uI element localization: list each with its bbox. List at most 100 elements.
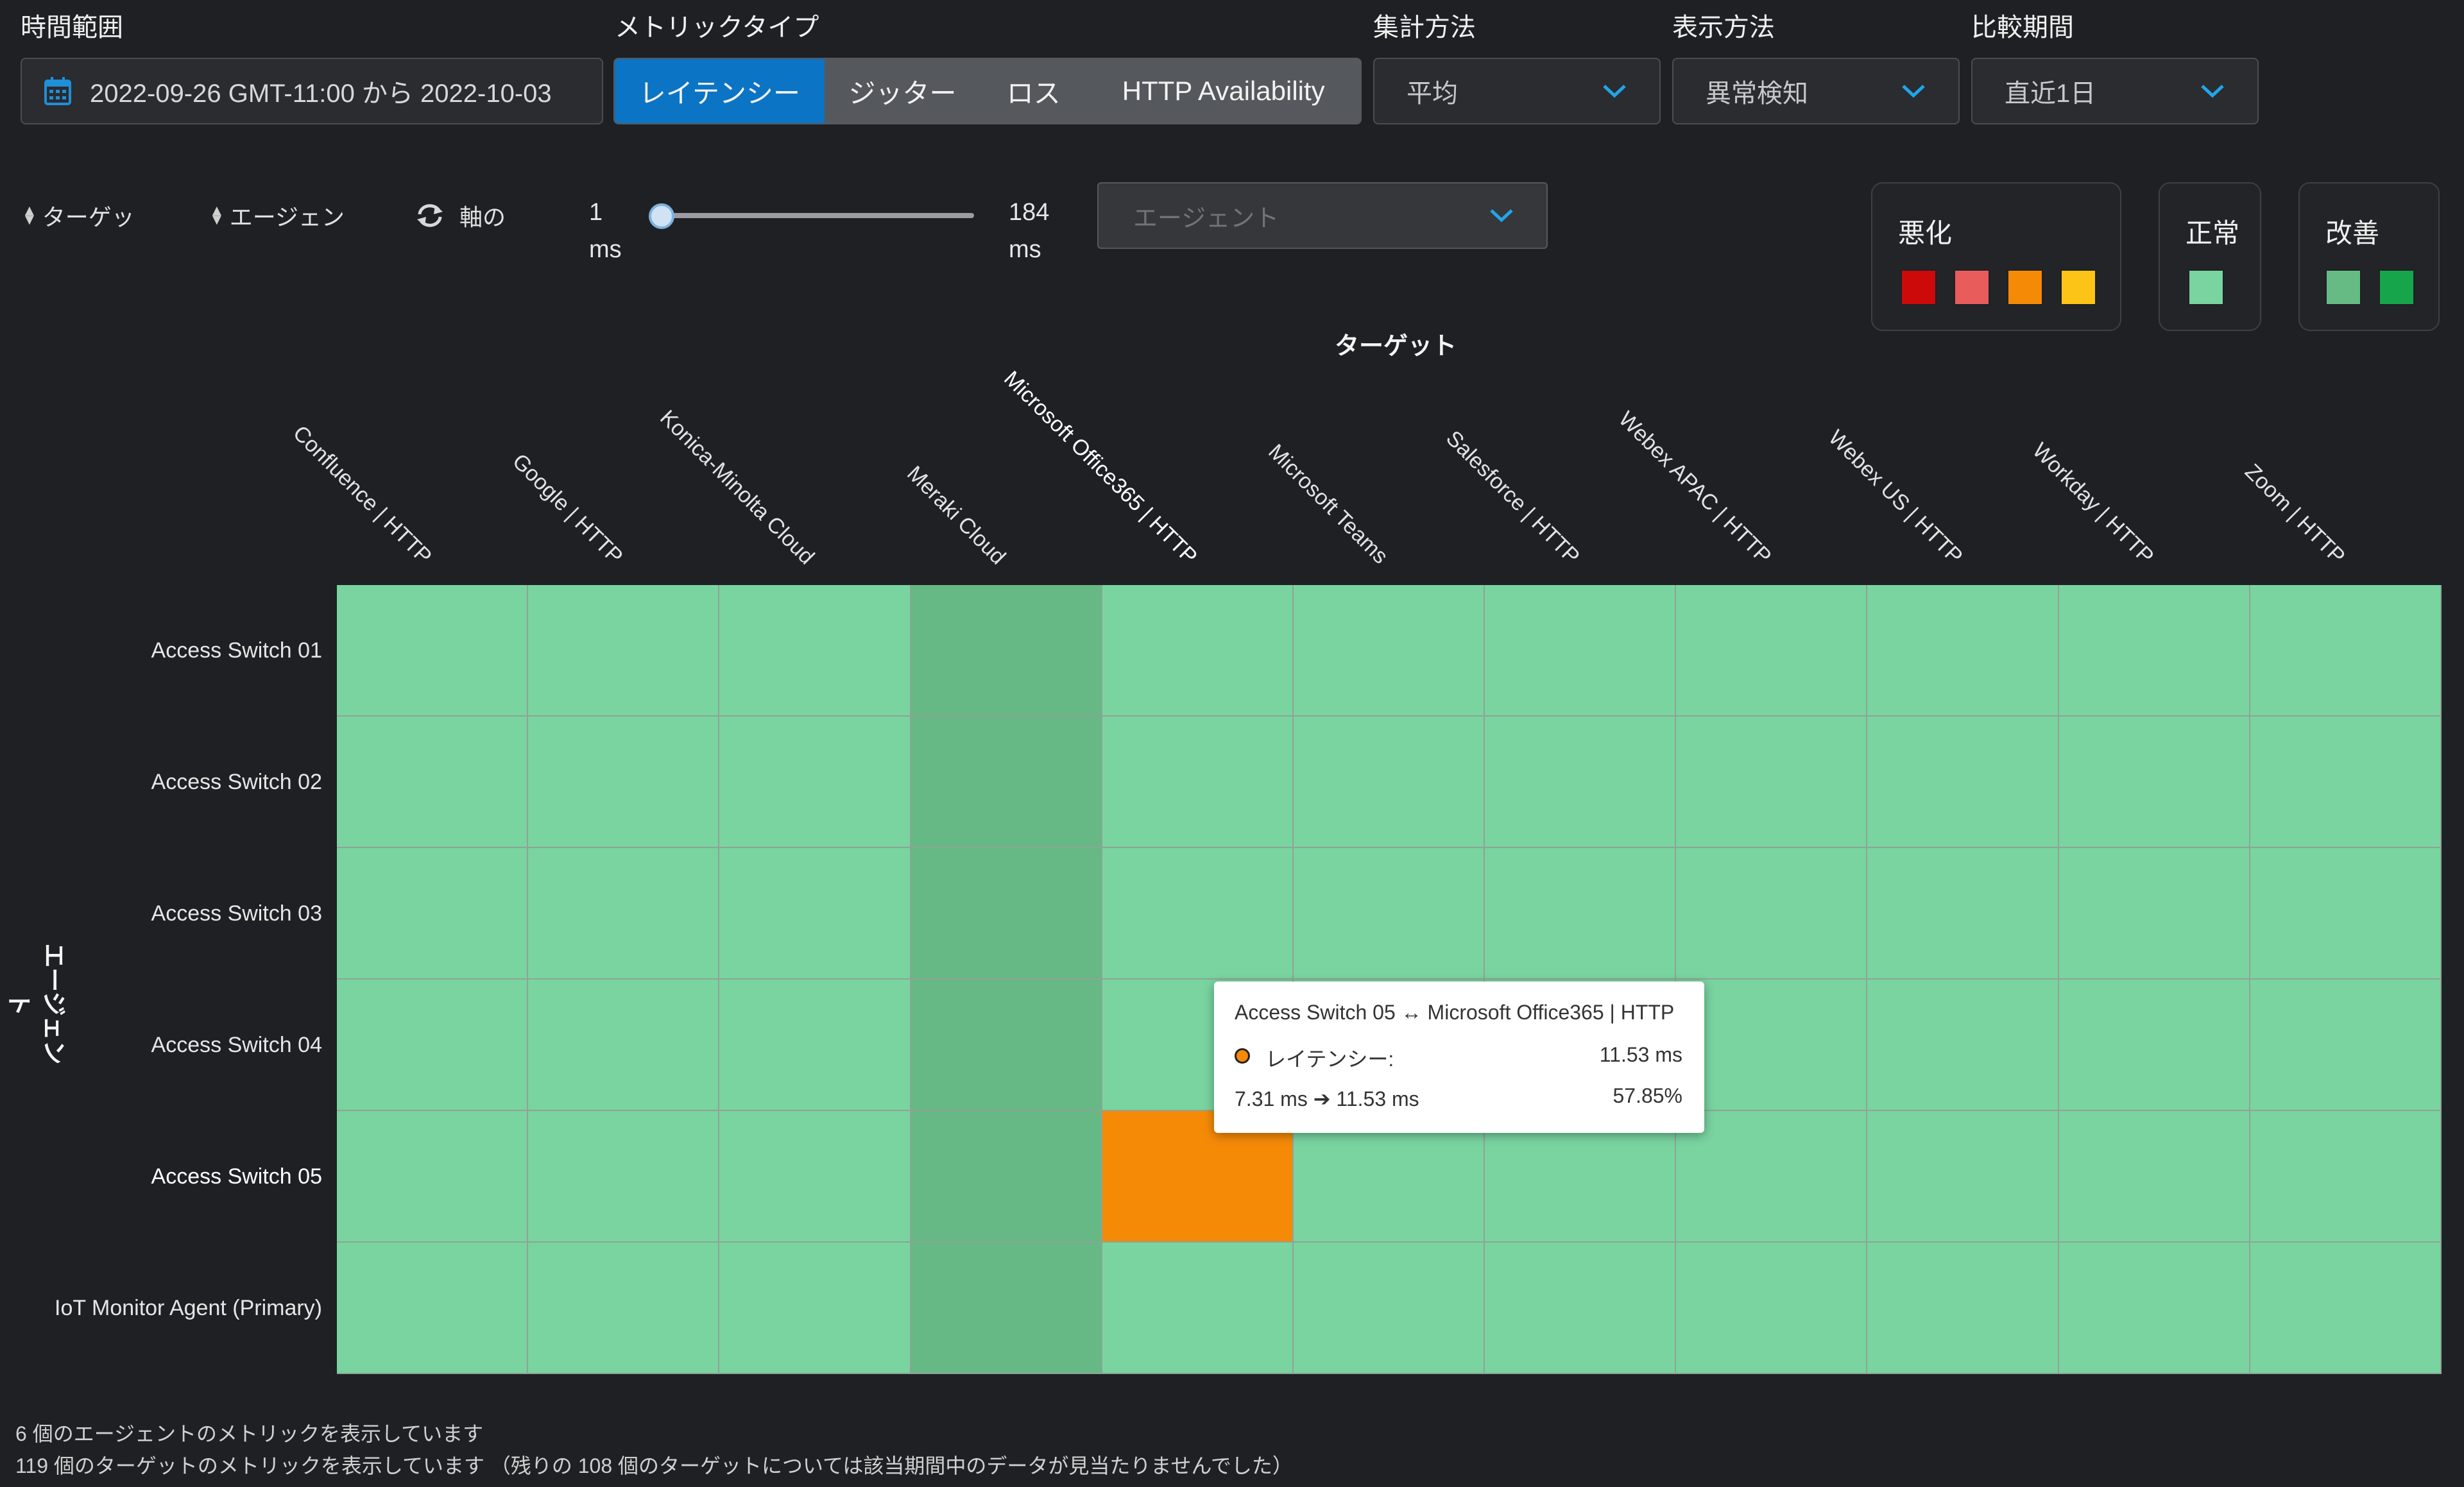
heatmap-cell[interactable] xyxy=(2250,980,2442,1111)
heatmap-cell[interactable] xyxy=(1293,1243,1485,1374)
heatmap-cell[interactable] xyxy=(1102,717,1294,848)
metric-type-selector: レイテンシー ジッター ロス HTTP Availability xyxy=(613,58,1362,124)
sort-target-button[interactable]: ▲ ▼ ターゲッ xyxy=(22,199,135,232)
heatmap-cell[interactable] xyxy=(719,585,911,717)
metric-latency-button[interactable]: レイテンシー xyxy=(615,59,825,123)
target-label[interactable]: Meraki Cloud xyxy=(902,461,1011,570)
compare-period-label: 比較期間 xyxy=(1971,13,2074,42)
heatmap-cell[interactable] xyxy=(1485,848,1677,980)
range-min-unit: ms xyxy=(589,236,622,263)
metric-http-availability-button[interactable]: HTTP Availability xyxy=(1086,59,1360,123)
target-label[interactable]: Microsoft Teams xyxy=(1263,439,1392,569)
heatmap-cell[interactable] xyxy=(1867,717,2059,848)
heatmap-cell[interactable] xyxy=(1485,585,1677,717)
heatmap-cell[interactable] xyxy=(2250,848,2442,980)
slider-handle[interactable] xyxy=(649,203,674,229)
display-method-label: 表示方法 xyxy=(1672,13,1775,42)
heatmap-cell[interactable] xyxy=(911,1111,1102,1243)
heatmap-cell[interactable] xyxy=(1867,848,2059,980)
target-label[interactable]: Microsoft Office365 | HTTP xyxy=(998,366,1202,570)
heatmap-cell[interactable] xyxy=(1676,848,1868,980)
swap-icon xyxy=(416,203,444,228)
heatmap-cell[interactable] xyxy=(528,848,720,980)
heatmap-cell[interactable] xyxy=(1102,585,1294,717)
heatmap-cell[interactable] xyxy=(528,1243,720,1374)
heatmap-cell[interactable] xyxy=(528,1111,720,1243)
heatmap-cell[interactable] xyxy=(337,1111,529,1243)
heatmap-cell[interactable] xyxy=(1867,1111,2059,1243)
latency-range-slider[interactable] xyxy=(661,213,974,218)
agent-label[interactable]: Access Switch 05 xyxy=(0,1164,322,1189)
heatmap-cell[interactable] xyxy=(1293,717,1485,848)
aggregation-dropdown[interactable]: 平均 xyxy=(1373,58,1661,124)
sort-agent-button[interactable]: ▲ ▼ エージェン xyxy=(209,199,345,232)
chevron-down-icon xyxy=(2200,83,2225,99)
metric-jitter-button[interactable]: ジッター xyxy=(825,59,980,123)
heatmap-cell[interactable] xyxy=(1676,1111,1868,1243)
swap-axes-button[interactable]: 軸の xyxy=(416,199,506,232)
heatmap-cell[interactable] xyxy=(2058,1111,2250,1243)
agent-select[interactable]: エージェント xyxy=(1097,182,1548,249)
target-label[interactable]: Google | HTTP xyxy=(508,449,628,569)
heatmap-cell[interactable] xyxy=(1676,980,1868,1111)
heatmap-cell[interactable] xyxy=(337,1243,529,1374)
heatmap-cell[interactable] xyxy=(2058,848,2250,980)
agent-label[interactable]: Access Switch 02 xyxy=(0,770,322,795)
agent-label[interactable]: IoT Monitor Agent (Primary) xyxy=(0,1296,322,1321)
heatmap-cell[interactable] xyxy=(911,717,1102,848)
heatmap-cell[interactable] xyxy=(911,1243,1102,1374)
target-label[interactable]: Confluence | HTTP xyxy=(287,421,436,570)
metric-loss-button[interactable]: ロス xyxy=(980,59,1086,123)
target-label[interactable]: Konica-Minolta Cloud xyxy=(654,405,819,570)
agent-label[interactable]: Access Switch 01 xyxy=(0,638,322,663)
heatmap-cell[interactable] xyxy=(1102,848,1294,980)
heatmap-cell[interactable] xyxy=(1867,980,2059,1111)
heatmap-cell[interactable] xyxy=(528,585,720,717)
heatmap-cell[interactable] xyxy=(911,585,1102,717)
heatmap-cell[interactable] xyxy=(1485,1243,1677,1374)
agent-label[interactable]: Access Switch 04 xyxy=(0,1033,322,1058)
heatmap-cell[interactable] xyxy=(719,717,911,848)
heatmap-cell[interactable] xyxy=(1485,717,1677,848)
target-label[interactable]: Salesforce | HTTP xyxy=(1441,426,1584,570)
heatmap-cell[interactable] xyxy=(1867,585,2059,717)
target-label[interactable]: Workday | HTTP xyxy=(2027,438,2159,569)
heatmap-cell[interactable] xyxy=(2250,717,2442,848)
tooltip-metric-value: 11.53 ms xyxy=(1599,1043,1682,1066)
heatmap-cell[interactable] xyxy=(2250,1243,2442,1374)
heatmap-cell[interactable] xyxy=(2058,980,2250,1111)
target-label[interactable]: Webex US | HTTP xyxy=(1823,425,1967,569)
heatmap-cell[interactable] xyxy=(337,717,529,848)
heatmap-cell[interactable] xyxy=(1676,1243,1868,1374)
heatmap-cell[interactable] xyxy=(719,1243,911,1374)
heatmap-cell[interactable] xyxy=(1293,848,1485,980)
heatmap-cell[interactable] xyxy=(1102,1243,1294,1374)
display-method-value: 異常検知 xyxy=(1706,80,1808,108)
heatmap-cell[interactable] xyxy=(1293,585,1485,717)
heatmap-cell[interactable] xyxy=(1867,1243,2059,1374)
display-method-dropdown[interactable]: 異常検知 xyxy=(1672,58,1960,124)
heatmap-cell[interactable] xyxy=(528,717,720,848)
heatmap-cell[interactable] xyxy=(719,980,911,1111)
heatmap-cell[interactable] xyxy=(337,980,529,1111)
heatmap-cell[interactable] xyxy=(2250,1111,2442,1243)
heatmap-cell[interactable] xyxy=(1676,585,1868,717)
heatmap-cell[interactable] xyxy=(719,848,911,980)
heatmap-cell[interactable] xyxy=(2058,1243,2250,1374)
target-label[interactable]: Zoom | HTTP xyxy=(2240,459,2350,569)
heatmap-cell[interactable] xyxy=(911,980,1102,1111)
compare-period-dropdown[interactable]: 直近1日 xyxy=(1971,58,2259,124)
heatmap-cell[interactable] xyxy=(911,848,1102,980)
date-range-picker[interactable]: 2022-09-26 GMT-11:00 から 2022-10-03 xyxy=(21,58,603,124)
heatmap-cell[interactable] xyxy=(337,848,529,980)
legend-better: 改善 xyxy=(2298,182,2440,331)
heatmap-cell[interactable] xyxy=(1676,717,1868,848)
target-label[interactable]: Webex APAC | HTTP xyxy=(1613,407,1776,569)
heatmap-cell[interactable] xyxy=(719,1111,911,1243)
heatmap-cell[interactable] xyxy=(337,585,529,717)
heatmap-cell[interactable] xyxy=(2058,717,2250,848)
heatmap-cell[interactable] xyxy=(2250,585,2442,717)
heatmap-cell[interactable] xyxy=(2058,585,2250,717)
agent-label[interactable]: Access Switch 03 xyxy=(0,901,322,926)
heatmap-cell[interactable] xyxy=(528,980,720,1111)
